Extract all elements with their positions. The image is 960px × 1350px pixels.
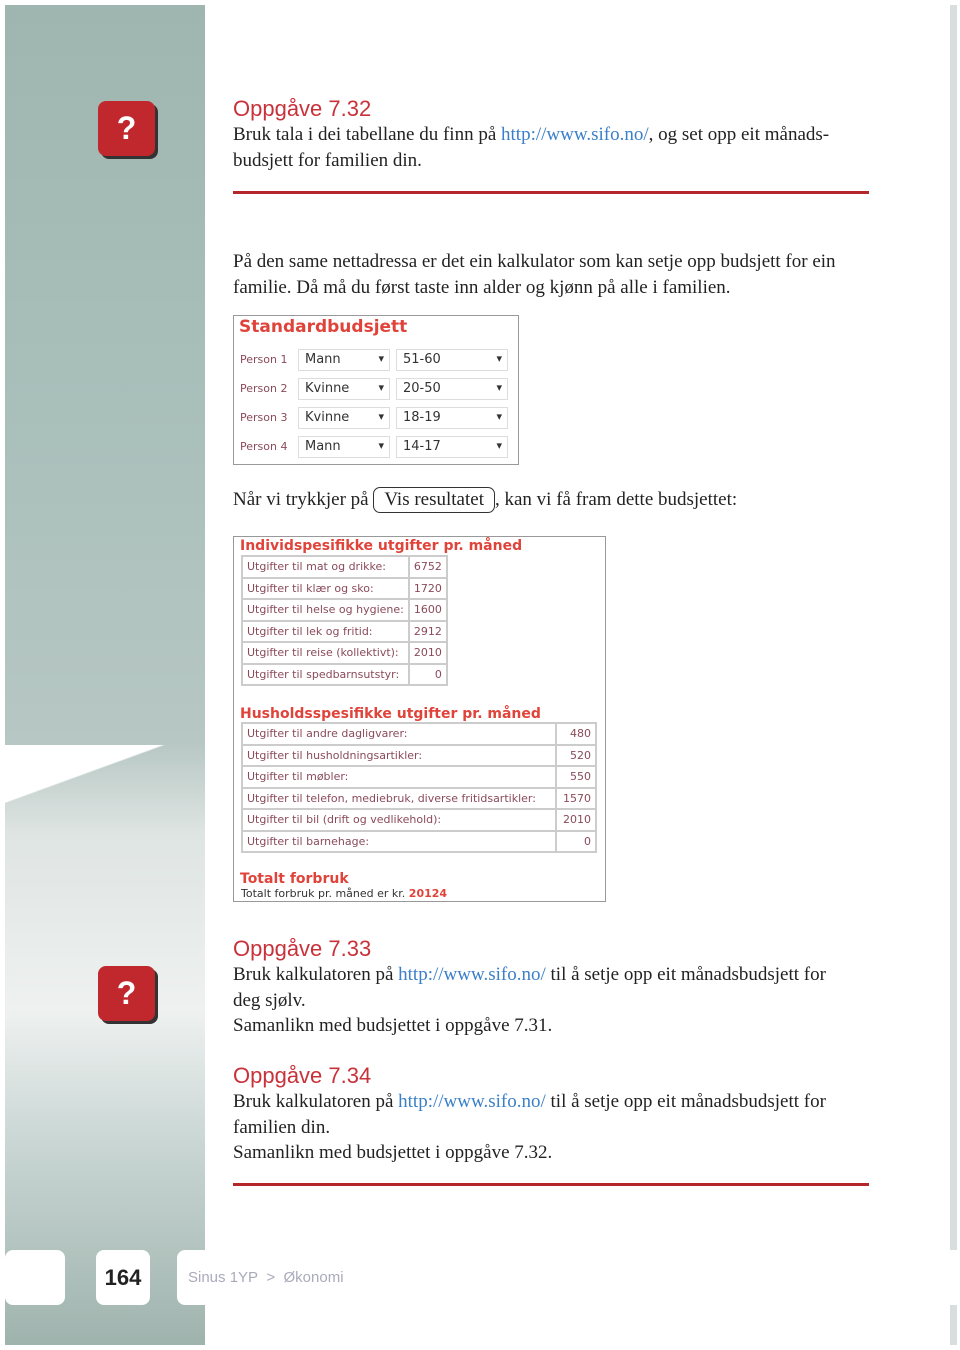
expense-label: Utgifter til mat og drikke: — [241, 555, 410, 579]
expense-value: 550 — [555, 765, 597, 789]
table-row: Utgifter til husholdningsartikler: 520 — [240, 743, 597, 767]
expense-value: 2010 — [555, 808, 597, 832]
sifo-link[interactable]: http://www.sifo.no/ — [398, 964, 546, 985]
text: Bruk tala i dei tabellane du finn på — [233, 124, 502, 145]
table-row: Utgifter til reise (kollektivt): 2010 — [241, 641, 448, 665]
person-row: Person 1 Mann 51-60 — [234, 345, 518, 374]
expense-value: 480 — [555, 722, 597, 746]
person-row: Person 2 Kvinne 20-50 — [234, 374, 518, 403]
age-select[interactable]: 14-17 — [396, 435, 508, 458]
expense-label: Utgifter til bil (drift og vedlikehold): — [240, 808, 558, 832]
total-value: 20124 — [408, 887, 448, 900]
gender-select[interactable]: Kvinne — [298, 377, 390, 400]
person-label: Person 2 — [240, 382, 288, 395]
sifo-link[interactable]: http://www.sifo.no/ — [398, 1091, 546, 1112]
page-number: 164 — [96, 1250, 150, 1305]
total-line: Totalt forbruk pr. måned er kr. 20124 — [234, 887, 605, 900]
table-row: Utgifter til spedbarnsutstyr: 0 — [241, 662, 448, 686]
expense-label: Utgifter til lek og fritid: — [241, 619, 410, 643]
table-row: Utgifter til klær og sko: 1720 — [241, 576, 448, 600]
decorative-photo-band — [5, 5, 205, 1345]
text: Bruk kalkulatoren på — [233, 1091, 399, 1112]
person-label: Person 1 — [240, 353, 288, 366]
expense-value: 1600 — [407, 598, 448, 622]
table-row: Utgifter til telefon, mediebruk, diverse… — [240, 786, 597, 810]
household-table: Utgifter til andre dagligvarer: 480 Utgift… — [240, 722, 597, 853]
table-row: Utgifter til mat og drikke: 6752 — [241, 555, 448, 579]
page-edge — [950, 5, 957, 1345]
task-title: Oppgåve 7.33 — [233, 936, 372, 961]
total-title: Totalt forbruk — [240, 871, 349, 887]
person-row: Person 3 Kvinne 18-19 — [234, 403, 518, 432]
intro-text: På den same nettadressa er det ein kalku… — [233, 251, 836, 298]
age-select[interactable]: 20-50 — [396, 377, 508, 400]
expense-label: Utgifter til møbler: — [240, 765, 558, 789]
household-title: Husholdsspesifikke utgifter pr. måned — [240, 706, 541, 722]
table-row: Utgifter til helse og hygiene: 1600 — [241, 598, 448, 622]
gender-select[interactable]: Mann — [298, 435, 390, 458]
text: Samanlikn med budsjettet i oppgåve 7.32. — [233, 1142, 553, 1163]
individual-table: Utgifter til mat og drikke: 6752 Utgifter … — [241, 555, 448, 686]
expense-label: Utgifter til klær og sko: — [241, 576, 410, 600]
task-text: Bruk kalkulatoren på http://www.sifo.no/… — [233, 1089, 853, 1166]
question-icon: ? — [98, 101, 155, 156]
text: Totalt forbruk pr. måned er kr. — [241, 887, 409, 900]
expense-value: 1570 — [555, 786, 597, 810]
text: , kan vi få fram dette budsjettet: — [494, 489, 738, 510]
standard-title: Standardbudsjett — [239, 317, 408, 337]
sifo-link[interactable]: http://www.sifo.no/ — [501, 124, 649, 145]
expense-label: Utgifter til reise (kollektivt): — [241, 641, 410, 665]
divider — [233, 1183, 869, 1186]
individual-title: Individspesifikke utgifter pr. måned — [240, 538, 523, 554]
expense-value: 2912 — [407, 619, 448, 643]
vis-resultatet-button[interactable]: Vis resultatet — [373, 487, 495, 513]
question-icon: ? — [98, 966, 155, 1021]
expense-value: 0 — [555, 829, 597, 853]
expense-label: Utgifter til telefon, mediebruk, diverse… — [240, 786, 558, 810]
divider — [233, 191, 869, 194]
table-row: Utgifter til bil (drift og vedlikehold):… — [240, 808, 597, 832]
text: Når vi trykkjer på — [233, 489, 369, 510]
budget-result-screenshot: Individspesifikke utgifter pr. måned Utg… — [233, 536, 606, 902]
book-name: Sinus 1YP — [188, 1269, 259, 1286]
chapter-name: Økonomi — [283, 1269, 344, 1286]
task-title: Oppgåve 7.32 — [233, 96, 372, 121]
footer-tab — [5, 1250, 65, 1305]
expense-label: Utgifter til barnehage: — [240, 829, 558, 853]
gender-select[interactable]: Mann — [298, 348, 390, 371]
task-title: Oppgåve 7.34 — [233, 1063, 372, 1088]
person-label: Person 3 — [240, 411, 288, 424]
table-row: Utgifter til barnehage: 0 — [240, 829, 597, 853]
expense-value: 520 — [555, 743, 597, 767]
expense-value: 6752 — [407, 555, 448, 579]
text: Bruk kalkulatoren på — [233, 964, 399, 985]
task-text: Bruk kalkulatoren på http://www.sifo.no/… — [233, 962, 853, 1039]
age-select[interactable]: 51-60 — [396, 348, 508, 371]
separator: > — [266, 1269, 276, 1286]
footer-breadcrumb: Sinus 1YP > Økonomi — [177, 1250, 957, 1305]
expense-value: 2010 — [407, 641, 448, 665]
expense-label: Utgifter til spedbarnsutstyr: — [241, 662, 410, 686]
result-line: Når vi trykkjer på Vis resultatet, kan v… — [233, 487, 873, 513]
expense-label: Utgifter til husholdningsartikler: — [240, 743, 558, 767]
expense-label: Utgifter til andre dagligvarer: — [240, 722, 558, 746]
text: Samanlikn med budsjettet i oppgåve 7.31. — [233, 1015, 553, 1036]
expense-label: Utgifter til helse og hygiene: — [241, 598, 410, 622]
table-row: Utgifter til møbler: 550 — [240, 765, 597, 789]
table-row: Utgifter til andre dagligvarer: 480 — [240, 722, 597, 746]
person-label: Person 4 — [240, 440, 288, 453]
expense-value: 0 — [407, 662, 448, 686]
person-row: Person 4 Mann 14-17 — [234, 432, 518, 461]
standard-budget-screenshot: Standardbudsjett Person 1Mann51-60Person… — [233, 315, 519, 465]
table-row: Utgifter til lek og fritid: 2912 — [241, 619, 448, 643]
gender-select[interactable]: Kvinne — [298, 406, 390, 429]
age-select[interactable]: 18-19 — [396, 406, 508, 429]
expense-value: 1720 — [407, 576, 448, 600]
task-text: Bruk tala i dei tabellane du finn på htt… — [233, 122, 873, 173]
